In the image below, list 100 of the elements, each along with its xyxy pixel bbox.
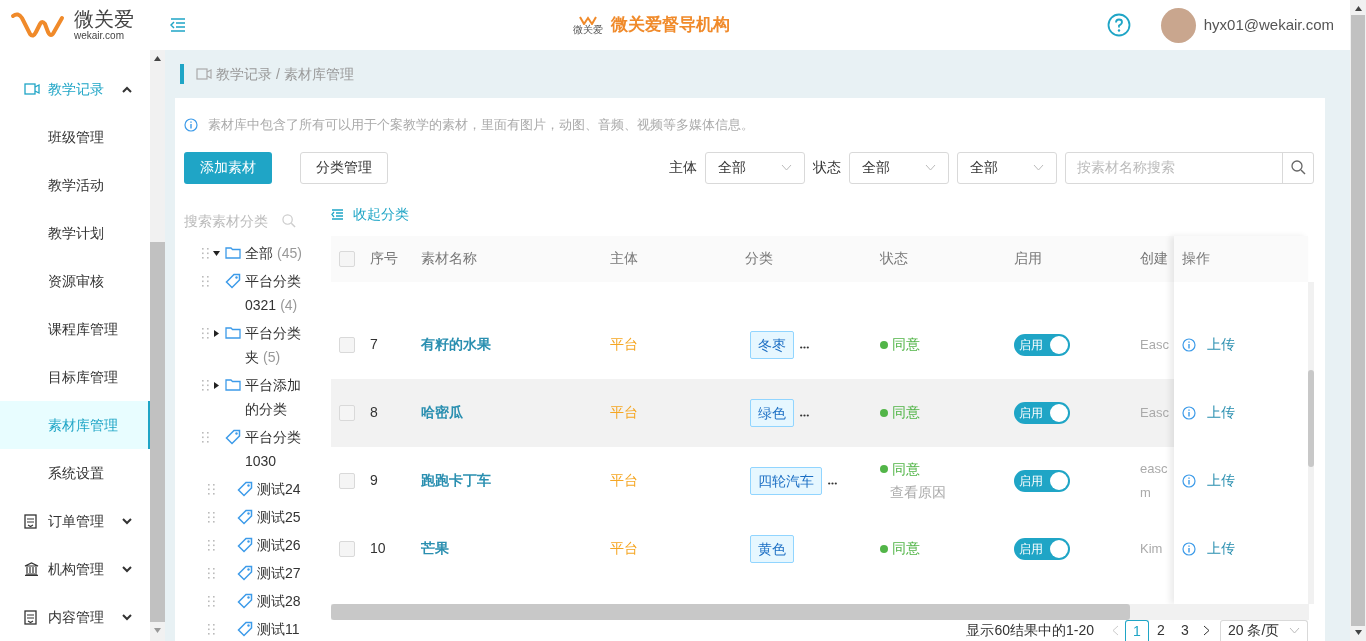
column-header: 主体 bbox=[610, 250, 638, 266]
drag-handle-icon[interactable] bbox=[208, 595, 215, 607]
org-logo-icon bbox=[579, 14, 597, 25]
search-input[interactable]: 按素材名称搜索 bbox=[1066, 152, 1282, 183]
caret-icon[interactable] bbox=[213, 329, 220, 337]
category-tag: 黄色 bbox=[750, 534, 794, 563]
tree-item-label[interactable]: 平台分类夹 (5) bbox=[245, 320, 309, 369]
material-search-field[interactable]: 按素材名称搜索 bbox=[1065, 151, 1314, 184]
row-checkbox[interactable] bbox=[339, 250, 355, 267]
filter-select[interactable]: 全部 bbox=[957, 151, 1057, 184]
drag-handle-icon[interactable] bbox=[208, 623, 215, 635]
drag-handle-icon[interactable] bbox=[202, 379, 209, 391]
status-text: 同意 bbox=[892, 459, 920, 479]
sidebar-submenu-item[interactable]: 教学活动 bbox=[0, 161, 150, 209]
category-search-field[interactable]: 搜索素材分类 bbox=[184, 210, 276, 232]
caret-icon[interactable] bbox=[213, 249, 220, 257]
info-text: 素材库中包含了所有可以用于个案教学的素材，里面有图片，动图、音频、视频等多媒体信息。 bbox=[208, 116, 754, 134]
page-button[interactable]: 3 bbox=[1173, 619, 1197, 641]
column-header: 状态 bbox=[880, 250, 908, 266]
sidebar-scrollbar[interactable] bbox=[150, 50, 165, 641]
tree-item-label[interactable]: 测试27 bbox=[257, 560, 321, 585]
table-horizontal-scrollbar[interactable] bbox=[331, 603, 1309, 620]
tree-item-label[interactable]: 测试26 bbox=[257, 532, 321, 557]
org-title: 微关爱督导机构 bbox=[611, 14, 730, 36]
info-icon[interactable] bbox=[1182, 405, 1197, 420]
scroll-up-arrow-icon[interactable] bbox=[154, 56, 161, 61]
tag-icon bbox=[237, 508, 253, 525]
material-name-link[interactable]: 有籽的水果 bbox=[421, 336, 491, 352]
tree-item-label[interactable]: 测试11 bbox=[257, 616, 321, 641]
more-icon[interactable] bbox=[828, 482, 837, 485]
page-scrollbar[interactable] bbox=[1350, 0, 1366, 641]
drag-handle-icon[interactable] bbox=[202, 327, 209, 339]
folder-icon bbox=[225, 325, 241, 339]
tree-item-label[interactable]: 测试25 bbox=[257, 504, 321, 529]
drag-handle-icon[interactable] bbox=[208, 483, 215, 495]
sidebar-submenu-item[interactable]: 班级管理 bbox=[0, 113, 150, 161]
info-icon[interactable] bbox=[1182, 337, 1197, 352]
status-text: 同意 bbox=[892, 335, 920, 354]
sidebar-menu-item[interactable]: 机构管理 bbox=[0, 545, 150, 593]
scroll-up-arrow-icon[interactable] bbox=[1354, 6, 1362, 11]
page-size-select[interactable]: 20 条/页 bbox=[1220, 619, 1308, 641]
avatar[interactable] bbox=[1160, 7, 1196, 43]
collapse-icon bbox=[331, 209, 344, 220]
tag-icon bbox=[237, 620, 253, 637]
caret-icon[interactable] bbox=[213, 381, 220, 389]
filter-select[interactable]: 全部 bbox=[849, 151, 949, 184]
page-button[interactable]: 2 bbox=[1149, 619, 1173, 641]
upload-link[interactable]: 上传 bbox=[1207, 402, 1236, 423]
table-row[interactable]: 8 哈密瓜 平台 绿色 同意 启用 Easc bbox=[331, 378, 1175, 447]
table-vertical-scrollbar[interactable] bbox=[1308, 281, 1314, 604]
upload-link[interactable]: 上传 bbox=[1207, 334, 1236, 355]
info-icon[interactable] bbox=[1182, 473, 1197, 488]
help-icon[interactable] bbox=[1106, 13, 1131, 37]
sidebar-menu-item[interactable]: 内容管理 bbox=[0, 593, 150, 641]
document-icon bbox=[24, 513, 37, 529]
sidebar-submenu-item[interactable]: 教学计划 bbox=[0, 209, 150, 257]
tree-item-label[interactable]: 测试24 bbox=[257, 476, 321, 501]
scroll-down-arrow-icon[interactable] bbox=[1354, 630, 1362, 635]
table-cell: 平台 bbox=[610, 336, 638, 352]
sidebar-submenu-item[interactable]: 课程库管理 bbox=[0, 305, 150, 353]
row-checkbox[interactable] bbox=[339, 404, 355, 421]
info-icon[interactable] bbox=[1182, 541, 1197, 556]
tree-item-label[interactable]: 平台分类1030 bbox=[245, 424, 309, 473]
upload-link[interactable]: 上传 bbox=[1207, 470, 1236, 491]
creator-text: Kim bbox=[1140, 539, 1164, 558]
category-manage-button[interactable]: 分类管理 bbox=[300, 151, 388, 184]
creator-text: Easc bbox=[1140, 335, 1170, 354]
sidebar-menu-item[interactable]: 订单管理 bbox=[0, 497, 150, 545]
more-icon[interactable] bbox=[800, 414, 809, 417]
material-name-link[interactable]: 芒果 bbox=[421, 540, 449, 556]
filter-select[interactable]: 全部 bbox=[705, 151, 805, 184]
next-page-icon[interactable] bbox=[1203, 624, 1210, 636]
drag-handle-icon[interactable] bbox=[202, 247, 209, 259]
folder-icon bbox=[225, 377, 241, 391]
tree-item-label[interactable]: 平台分类0321 (4) bbox=[245, 268, 309, 317]
drag-handle-icon[interactable] bbox=[202, 275, 209, 287]
more-icon[interactable] bbox=[800, 346, 809, 349]
upload-link[interactable]: 上传 bbox=[1207, 538, 1236, 559]
material-name-link[interactable]: 跑跑卡丁车 bbox=[421, 472, 491, 488]
drag-handle-icon[interactable] bbox=[208, 511, 215, 523]
row-checkbox[interactable] bbox=[339, 336, 355, 353]
logo-icon bbox=[10, 10, 66, 40]
row-checkbox[interactable] bbox=[339, 472, 355, 489]
drag-handle-icon[interactable] bbox=[202, 431, 209, 443]
table-cell: 10 bbox=[370, 540, 386, 556]
user-email[interactable]: hyx01@wekair.com bbox=[1203, 13, 1334, 37]
tree-item-label[interactable]: 测试28 bbox=[257, 588, 321, 613]
sidebar-submenu-item[interactable]: 资源审核 bbox=[0, 257, 150, 305]
category-tag: 四轮汽车 bbox=[750, 466, 822, 495]
menu-fold-icon[interactable] bbox=[170, 18, 186, 32]
sidebar-submenu-item[interactable]: 目标库管理 bbox=[0, 353, 150, 401]
table-cell: 平台 bbox=[610, 472, 638, 488]
tree-item-label[interactable]: 平台添加的分类 bbox=[245, 372, 309, 421]
previous-page-icon[interactable] bbox=[1112, 624, 1119, 636]
drag-handle-icon[interactable] bbox=[208, 567, 215, 579]
logo-domain: wekair.com bbox=[74, 31, 125, 41]
sidebar-submenu-item[interactable]: 系统设置 bbox=[0, 449, 150, 497]
drag-handle-icon[interactable] bbox=[208, 539, 215, 551]
tree-item-label[interactable]: 全部 (45) bbox=[245, 240, 309, 265]
row-checkbox[interactable] bbox=[339, 540, 355, 557]
